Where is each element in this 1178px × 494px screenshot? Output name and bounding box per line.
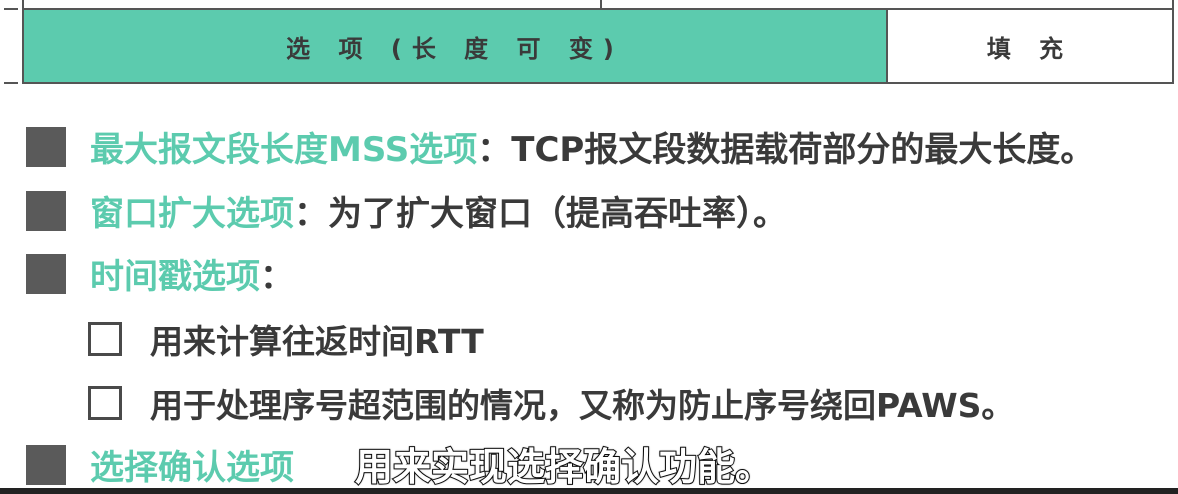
item-title: 最大报文段长度MSS选项 <box>90 130 478 170</box>
bullet-square-icon <box>26 190 66 231</box>
sub-item-text: 用于处理序号超范围的情况，又称为防止序号绕回PAWS。 <box>150 386 1015 425</box>
checkbox-icon <box>88 322 122 356</box>
checkbox-icon <box>88 386 122 420</box>
list-item-mss: 最大报文段长度MSS选项 ：TCP报文段数据载荷部分的最大长度。 <box>26 122 1094 171</box>
sub-item-paws: 用于处理序号超范围的情况，又称为防止序号绕回PAWS。 <box>88 379 1014 427</box>
item-desc: ：为了扩大窗口（提高吞吐率）。 <box>294 194 787 234</box>
bullet-square-icon <box>26 444 66 485</box>
list-item-timestamp: 时间戳选项 ： <box>26 249 294 298</box>
item-title: 时间戳选项 <box>90 257 260 297</box>
header-table-top-row <box>22 0 1174 10</box>
options-cell: 选 项 (长 度 可 变) <box>24 10 886 82</box>
sub-item-rtt: 用来计算往返时间RTT <box>88 315 484 363</box>
table-tick-mark <box>4 82 18 84</box>
list-item-sack: 选择确认选项 <box>26 440 294 489</box>
slide: 选 项 (长 度 可 变) 填 充 最大报文段长度MSS选项 ：TCP报文段数据… <box>0 0 1178 494</box>
bullet-square-icon <box>26 253 66 294</box>
bullet-square-icon <box>26 126 66 167</box>
sub-item-text: 用来计算往返时间RTT <box>150 322 484 361</box>
item-title: 窗口扩大选项 <box>90 194 294 234</box>
header-table-row: 选 项 (长 度 可 变) 填 充 <box>22 10 1174 84</box>
item-title: 选择确认选项 <box>90 448 294 488</box>
table-tick-mark <box>4 8 18 10</box>
item-desc: ：TCP报文段数据载荷部分的最大长度。 <box>477 130 1095 170</box>
list-item-window-scale: 窗口扩大选项 ：为了扩大窗口（提高吞吐率）。 <box>26 186 787 235</box>
bottom-border <box>0 488 1178 494</box>
padding-cell: 填 充 <box>886 10 1172 82</box>
item-desc: ： <box>260 257 294 297</box>
video-subtitle: 用来实现选择确认功能。 <box>354 444 774 490</box>
header-divider <box>600 0 602 10</box>
